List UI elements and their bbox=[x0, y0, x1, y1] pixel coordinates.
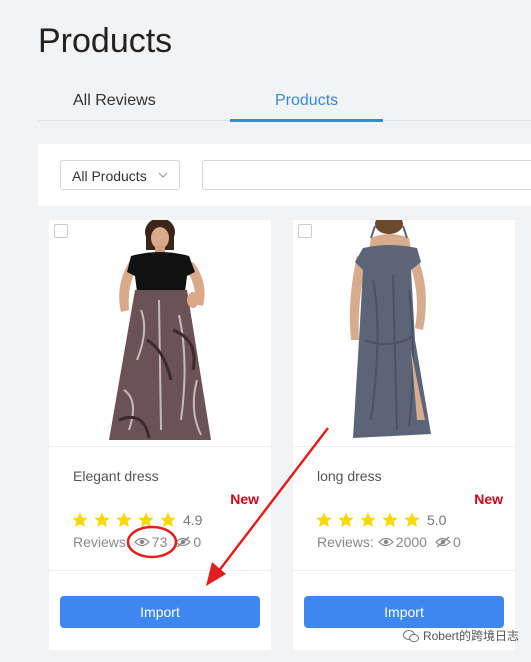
new-badge: New bbox=[474, 491, 503, 507]
import-button[interactable]: Import bbox=[304, 596, 504, 628]
product-name: long dress bbox=[317, 468, 382, 484]
eye-off-icon bbox=[175, 536, 192, 548]
search-input[interactable] bbox=[202, 160, 531, 190]
product-image[interactable] bbox=[293, 214, 515, 447]
watermark: Robert的跨境日志 bbox=[402, 627, 519, 644]
star-rating: 4.9 bbox=[71, 511, 202, 529]
eye-off-icon bbox=[435, 536, 451, 548]
product-filter-value: All Products bbox=[72, 168, 147, 184]
tab-bar: All Reviews Products bbox=[38, 84, 531, 122]
star-icon bbox=[160, 512, 176, 528]
product-card: long dress New 5.0 Reviews: 2000 0 Impor… bbox=[293, 214, 515, 650]
product-card: Elegant dress New 4.9 Reviews: 73 0 Impo… bbox=[49, 218, 271, 650]
select-checkbox[interactable] bbox=[54, 224, 68, 238]
dress-photo-icon bbox=[349, 214, 431, 438]
star-icon bbox=[404, 512, 420, 528]
star-icon bbox=[382, 512, 398, 528]
watermark-text: Robert的跨境日志 bbox=[422, 629, 519, 643]
star-icon bbox=[360, 512, 376, 528]
star-icon bbox=[138, 512, 154, 528]
reviews-label: Reviews: bbox=[73, 534, 130, 550]
product-name: Elegant dress bbox=[73, 468, 159, 484]
page-title: Products bbox=[38, 22, 173, 60]
product-filter-select[interactable]: All Products bbox=[60, 160, 180, 190]
filter-bar: All Products bbox=[38, 144, 531, 206]
active-tab-indicator bbox=[230, 119, 383, 122]
visible-review-count[interactable]: 73 bbox=[152, 534, 168, 550]
tab-products[interactable]: Products bbox=[275, 92, 338, 110]
star-rating: 5.0 bbox=[315, 511, 446, 529]
star-icon bbox=[116, 512, 132, 528]
visible-review-count[interactable]: 2000 bbox=[396, 534, 427, 550]
rating-value: 4.9 bbox=[183, 512, 203, 528]
star-icon bbox=[72, 512, 88, 528]
eye-icon bbox=[377, 537, 394, 547]
eye-icon bbox=[133, 537, 150, 547]
tab-all-reviews[interactable]: All Reviews bbox=[73, 92, 156, 110]
star-icon bbox=[316, 512, 332, 528]
chevron-down-icon bbox=[158, 172, 168, 178]
dress-photo-icon bbox=[109, 218, 211, 440]
new-badge: New bbox=[230, 491, 259, 507]
star-icon bbox=[94, 512, 110, 528]
hidden-review-count[interactable]: 0 bbox=[193, 534, 201, 550]
import-button[interactable]: Import bbox=[60, 596, 260, 628]
rating-value: 5.0 bbox=[427, 512, 447, 528]
card-divider bbox=[49, 570, 271, 571]
review-counts: Reviews: 73 0 bbox=[73, 534, 201, 550]
review-counts: Reviews: 2000 0 bbox=[317, 534, 461, 550]
wechat-icon bbox=[402, 629, 419, 642]
reviews-label: Reviews: bbox=[317, 534, 374, 550]
product-image[interactable] bbox=[49, 218, 271, 447]
select-checkbox[interactable] bbox=[298, 224, 312, 238]
hidden-review-count[interactable]: 0 bbox=[453, 534, 461, 550]
card-divider bbox=[293, 570, 515, 571]
star-icon bbox=[338, 512, 354, 528]
